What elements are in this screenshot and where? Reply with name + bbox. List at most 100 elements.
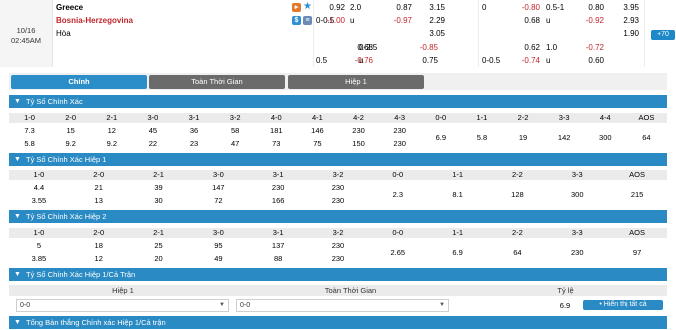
odd-h1-1x2-away[interactable]: 2.93 bbox=[609, 16, 639, 26]
home-score-odd[interactable]: 58 bbox=[215, 125, 256, 137]
away-team[interactable]: Bosnia-Herzegovina bbox=[56, 16, 133, 26]
home-score-odd[interactable]: 12 bbox=[91, 125, 132, 137]
home-score-odd[interactable]: 230 bbox=[308, 182, 368, 194]
odd-h1-1x2-draw[interactable]: 1.90 bbox=[609, 29, 639, 39]
odds-chart-icon[interactable]: $ bbox=[292, 16, 301, 25]
odd-ft-1x2-home[interactable]: 3.15 bbox=[415, 3, 445, 13]
draw-score-odd[interactable]: 97 bbox=[607, 247, 667, 259]
draw-score-odd[interactable]: 8.1 bbox=[428, 189, 488, 201]
home-score-odd[interactable]: 5 bbox=[9, 240, 69, 252]
odd-h1-ou-under[interactable]: -0.92 bbox=[574, 16, 604, 26]
section-correct-score-h2[interactable]: ▼ Tỷ Số Chính Xác Hiệp 2 bbox=[9, 210, 667, 223]
home-score-odd[interactable]: 7.3 bbox=[9, 125, 50, 137]
home-score-odd[interactable]: 21 bbox=[69, 182, 129, 194]
section-correct-score[interactable]: ▼ Tỷ Số Chính Xác bbox=[9, 95, 667, 108]
away-score-odd[interactable]: 20 bbox=[129, 253, 189, 265]
odd-h1-alt-hdp-away[interactable]: -0.74 bbox=[510, 56, 540, 66]
home-score-odd[interactable]: 15 bbox=[50, 125, 91, 137]
away-score-odd[interactable]: 5.8 bbox=[9, 138, 50, 150]
draw-score-odd[interactable]: 64 bbox=[488, 247, 548, 259]
home-score-odd[interactable]: 230 bbox=[338, 125, 379, 137]
away-score-odd[interactable]: 3.85 bbox=[9, 253, 69, 265]
draw-score-odd[interactable]: 230 bbox=[547, 247, 607, 259]
away-score-odd[interactable]: 22 bbox=[132, 138, 173, 150]
lineup-icon[interactable]: ≡ bbox=[303, 16, 312, 25]
home-score-odd[interactable]: 95 bbox=[188, 240, 248, 252]
odd-h1-alt-hdp-home[interactable]: 0.62 bbox=[510, 43, 540, 53]
odd-h1-hdp-away[interactable]: 0.68 bbox=[510, 16, 540, 26]
odd-ft-1x2-draw[interactable]: 3.05 bbox=[415, 29, 445, 39]
home-score-odd[interactable]: 39 bbox=[129, 182, 189, 194]
away-score-odd[interactable]: 13 bbox=[69, 195, 129, 207]
section-correct-score-h1[interactable]: ▼ Tỷ Số Chính Xác Hiệp 1 bbox=[9, 153, 667, 166]
section-ht-ft-total-goals[interactable]: ▼ Tổng Bàn thắng Chính xác Hiệp 1/Cả trậ… bbox=[9, 316, 667, 329]
home-score-odd[interactable]: 230 bbox=[308, 240, 368, 252]
ht-ft-rate[interactable]: 6.9 bbox=[545, 300, 585, 311]
draw-score-odd[interactable]: 64 bbox=[626, 132, 667, 144]
draw-score-odd[interactable]: 6.9 bbox=[420, 132, 461, 144]
home-score-odd[interactable]: 230 bbox=[379, 125, 420, 137]
odd-ft-ou-over[interactable]: 0.87 bbox=[382, 3, 412, 13]
full-score-select[interactable]: 0-0 ▼ bbox=[236, 299, 449, 312]
odd-h1-alt-ou-under[interactable]: 0.60 bbox=[574, 56, 604, 66]
away-score-odd[interactable]: 73 bbox=[256, 138, 297, 150]
home-team[interactable]: Greece bbox=[56, 3, 83, 13]
home-score-odd[interactable]: 45 bbox=[132, 125, 173, 137]
favorite-star-icon[interactable]: ★ bbox=[303, 2, 312, 12]
away-score-odd[interactable]: 72 bbox=[188, 195, 248, 207]
odd-ft-ou-under[interactable]: -0.97 bbox=[382, 16, 412, 26]
odd-alt-ou-under[interactable]: 0.75 bbox=[408, 56, 438, 66]
tab-first-half[interactable]: Hiệp 1 bbox=[288, 75, 424, 89]
away-score-odd[interactable]: 23 bbox=[174, 138, 215, 150]
odd-ft-1x2-away[interactable]: 2.29 bbox=[415, 16, 445, 26]
home-score-odd[interactable]: 146 bbox=[297, 125, 338, 137]
away-score-odd[interactable]: 12 bbox=[69, 253, 129, 265]
odd-ft-hdp-home[interactable]: 0.92 bbox=[315, 3, 345, 13]
odd-alt-ou-over[interactable]: -0.85 bbox=[408, 43, 438, 53]
away-score-odd[interactable]: 150 bbox=[338, 138, 379, 150]
home-score-odd[interactable]: 181 bbox=[256, 125, 297, 137]
away-score-odd[interactable]: 9.2 bbox=[91, 138, 132, 150]
tab-main[interactable]: Chính bbox=[11, 75, 147, 89]
draw-score-odd[interactable]: 128 bbox=[488, 189, 548, 201]
section-ht-ft-correct-score[interactable]: ▼ Tỷ Số Chính Xác Hiệp 1/Cả Trận bbox=[9, 268, 667, 281]
draw-score-odd[interactable]: 2.3 bbox=[368, 189, 428, 201]
odd-h1-1x2-home[interactable]: 3.95 bbox=[609, 3, 639, 13]
score-columns: 1-0 2-0 2-1 3-0 3-1 3-2 0-0 1-1 2-2 3-3 AOS bbox=[9, 228, 667, 238]
odd-h1-ou-over[interactable]: 0.80 bbox=[574, 3, 604, 13]
home-score-odd[interactable]: 230 bbox=[248, 182, 308, 194]
draw-score-odd[interactable]: 215 bbox=[607, 189, 667, 201]
odd-h1-hdp-home[interactable]: -0.80 bbox=[510, 3, 540, 13]
odd-h1-alt-ou-over[interactable]: -0.72 bbox=[574, 43, 604, 53]
odd-ft-hdp-away[interactable]: -1.00 bbox=[315, 16, 345, 26]
away-score-odd[interactable]: 30 bbox=[129, 195, 189, 207]
away-score-odd[interactable]: 49 bbox=[188, 253, 248, 265]
away-score-odd[interactable]: 9.2 bbox=[50, 138, 91, 150]
away-score-odd[interactable]: 166 bbox=[248, 195, 308, 207]
draw-score-odd[interactable]: 6.9 bbox=[428, 247, 488, 259]
away-score-odd[interactable]: 230 bbox=[308, 253, 368, 265]
half-score-select[interactable]: 0-0 ▼ bbox=[16, 299, 229, 312]
home-score-odd[interactable]: 36 bbox=[174, 125, 215, 137]
tab-full-time[interactable]: Toàn Thời Gian bbox=[149, 75, 285, 89]
away-score-odd[interactable]: 230 bbox=[308, 195, 368, 207]
draw-score-odd[interactable]: 19 bbox=[503, 132, 544, 144]
away-score-odd[interactable]: 230 bbox=[379, 138, 420, 150]
draw-score-odd[interactable]: 300 bbox=[547, 189, 607, 201]
draw-score-odd[interactable]: 300 bbox=[585, 132, 626, 144]
home-score-odd[interactable]: 18 bbox=[69, 240, 129, 252]
home-score-odd[interactable]: 137 bbox=[248, 240, 308, 252]
home-score-odd[interactable]: 4.4 bbox=[9, 182, 69, 194]
away-score-odd[interactable]: 47 bbox=[215, 138, 256, 150]
away-score-odd[interactable]: 3.55 bbox=[9, 195, 69, 207]
away-score-odd[interactable]: 88 bbox=[248, 253, 308, 265]
show-all-button[interactable]: • Hiển thị tất cả bbox=[583, 300, 663, 310]
away-score-odd[interactable]: 75 bbox=[297, 138, 338, 150]
live-tv-icon[interactable]: ▸ bbox=[292, 3, 301, 12]
draw-score-odd[interactable]: 5.8 bbox=[461, 132, 502, 144]
home-score-odd[interactable]: 147 bbox=[188, 182, 248, 194]
more-markets-button[interactable]: +70 bbox=[651, 30, 675, 40]
home-score-odd[interactable]: 25 bbox=[129, 240, 189, 252]
draw-score-odd[interactable]: 142 bbox=[544, 132, 585, 144]
draw-score-odd[interactable]: 2.65 bbox=[368, 247, 428, 259]
